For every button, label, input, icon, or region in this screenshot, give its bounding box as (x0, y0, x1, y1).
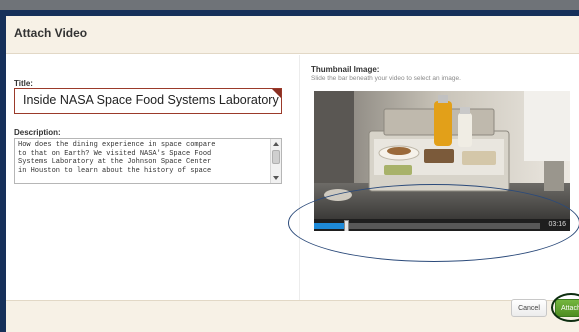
description-textarea[interactable]: How does the dining experience in space … (14, 138, 282, 184)
dialog-footer (6, 300, 579, 332)
attach-video-dialog: Attach Video Title: Inside NASA Space Fo… (0, 10, 579, 332)
scrub-track[interactable] (346, 223, 540, 229)
thumbnail-panel: Thumbnail Image: Slide the bar beneath y… (300, 55, 579, 300)
description-text: How does the dining experience in space … (18, 141, 216, 175)
title-input-value: Inside NASA Space Food Systems Laborator… (23, 93, 279, 107)
video-duration: 03:16 (548, 221, 566, 228)
details-panel: Title: Inside NASA Space Food Systems La… (6, 55, 299, 300)
scrub-handle[interactable] (344, 220, 349, 231)
scroll-down-arrow-icon[interactable] (273, 176, 279, 180)
video-scrub-bar[interactable]: 03:16 (314, 219, 570, 231)
scroll-up-arrow-icon[interactable] (273, 142, 279, 146)
video-player[interactable]: 03:16 (314, 91, 570, 231)
title-label: Title: (14, 79, 33, 88)
video-frame-image (314, 91, 570, 219)
title-input[interactable]: Inside NASA Space Food Systems Laborator… (14, 88, 282, 114)
attach-button[interactable]: Attach (555, 299, 579, 317)
cancel-button[interactable]: Cancel (511, 299, 547, 317)
scrollbar-thumb[interactable] (272, 150, 280, 164)
resize-corner-icon (272, 89, 281, 98)
description-scrollbar[interactable] (270, 139, 281, 183)
thumbnail-label: Thumbnail Image: (311, 65, 380, 74)
dialog-header: Attach Video (6, 16, 579, 54)
dialog-title: Attach Video (14, 26, 88, 40)
thumbnail-hint: Slide the bar beneath your video to sele… (311, 75, 461, 82)
scrub-progress (314, 223, 346, 229)
description-label: Description: (14, 128, 61, 137)
